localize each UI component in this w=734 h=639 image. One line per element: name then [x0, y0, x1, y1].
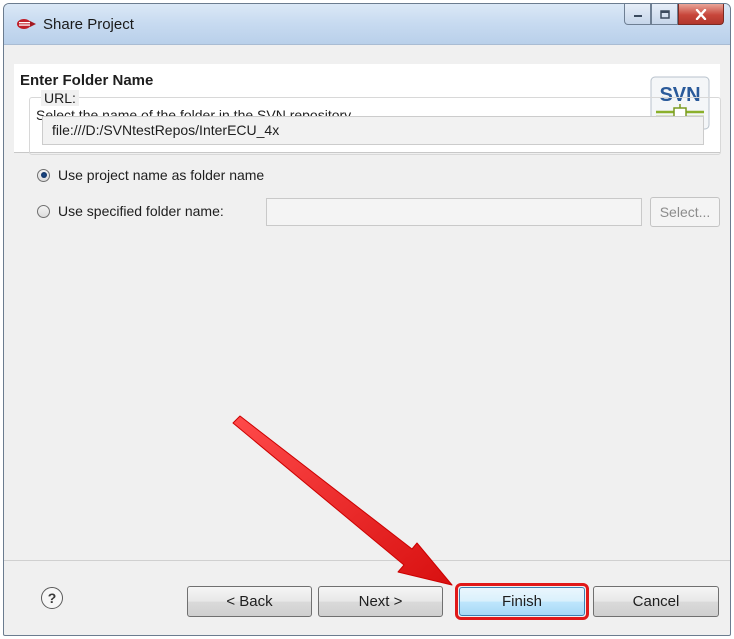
url-field[interactable]: file:///D:/SVNtestRepos/InterECU_4x: [42, 116, 704, 145]
close-icon: [695, 8, 707, 20]
specified-folder-name-field[interactable]: [266, 198, 642, 226]
close-button[interactable]: [678, 4, 724, 25]
maximize-icon: [659, 9, 670, 19]
select-folder-button[interactable]: Select...: [650, 197, 720, 227]
url-group: URL: file:///D:/SVNtestRepos/InterECU_4x: [29, 90, 721, 155]
maximize-button[interactable]: [651, 4, 678, 25]
use-project-name-option[interactable]: Use project name as folder name: [37, 167, 264, 183]
use-specified-name-radio[interactable]: [37, 204, 50, 218]
window-title: Share Project: [43, 16, 134, 33]
use-project-name-label: Use project name as folder name: [58, 167, 265, 183]
cancel-button[interactable]: Cancel: [593, 586, 719, 617]
title-bar: Share Project: [4, 4, 730, 45]
caption-buttons: [624, 4, 724, 26]
use-specified-name-option[interactable]: Use specified folder name:: [37, 203, 224, 219]
back-button[interactable]: < Back: [187, 586, 312, 617]
use-specified-name-label: Use specified folder name:: [58, 203, 224, 219]
next-button[interactable]: Next >: [318, 586, 443, 617]
url-label: URL:: [41, 90, 79, 106]
use-project-name-radio[interactable]: [37, 168, 50, 182]
page-title: Enter Folder Name: [20, 72, 154, 89]
share-project-dialog: Share Project Enter Folder Name Select t…: [3, 3, 731, 636]
button-bar-separator: [4, 560, 730, 561]
app-icon: [17, 19, 36, 29]
finish-highlight-box: [455, 583, 589, 620]
minimize-button[interactable]: [624, 4, 651, 25]
help-button[interactable]: ?: [41, 587, 63, 609]
minimize-icon: [633, 15, 642, 17]
